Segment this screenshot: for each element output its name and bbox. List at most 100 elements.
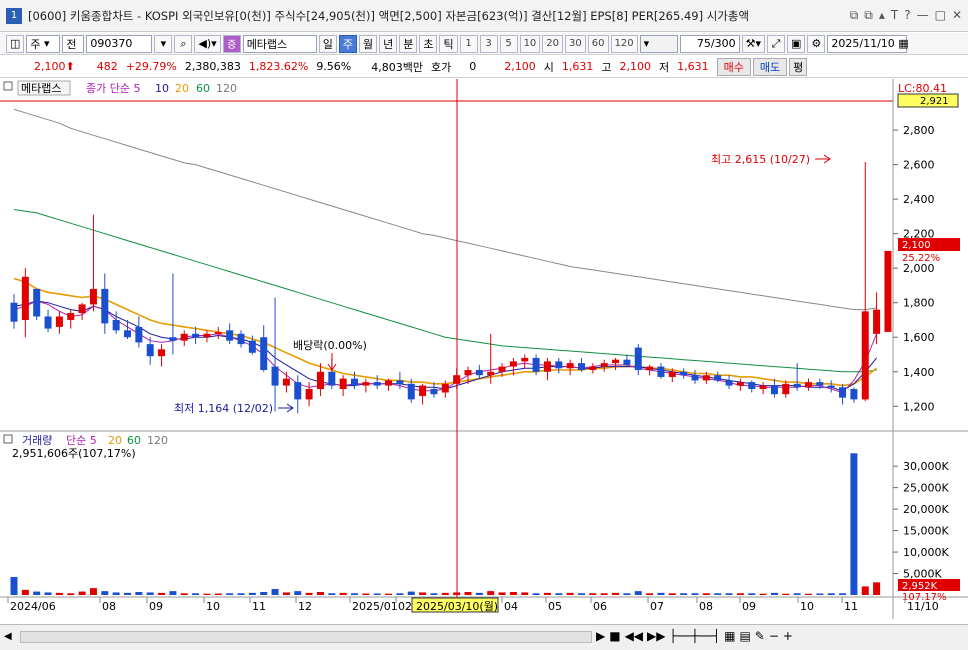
triangle-icon[interactable]: ▴: [879, 8, 885, 23]
time-tick-label: 05: [548, 600, 562, 613]
high-annotation: 최고 2,615 (10/27): [711, 153, 810, 166]
volume-tick-label: 5,000K: [903, 568, 942, 581]
minimize-button[interactable]: —: [917, 8, 929, 23]
search-icon[interactable]: ⌕: [174, 34, 193, 53]
amount-value: 4,803백만: [371, 60, 423, 74]
maximize-button[interactable]: □: [935, 8, 946, 23]
candle-body: [498, 366, 506, 372]
candle-body: [873, 309, 881, 334]
layout-icon[interactable]: ◫: [6, 34, 25, 53]
buy-button[interactable]: 매수: [716, 57, 751, 76]
window-number-badge: 1: [6, 7, 22, 24]
volume-pane-toggle-icon[interactable]: [3, 434, 13, 444]
scroll-track[interactable]: [20, 631, 592, 643]
zoom-out-icon[interactable]: −: [769, 629, 779, 643]
price-tick-label: 1,800: [903, 297, 935, 310]
interval-20-button[interactable]: 20: [542, 34, 564, 53]
code-input[interactable]: 090370: [86, 34, 153, 53]
volume-bar: [816, 593, 824, 595]
eval-button[interactable]: 평: [789, 57, 808, 76]
current-price-label: 2,100: [902, 240, 931, 251]
stop-icon[interactable]: ■: [609, 629, 620, 643]
interval-1-button[interactable]: 1: [459, 34, 478, 53]
interval-5-button[interactable]: 5: [499, 34, 518, 53]
dropdown-icon[interactable]: ▾: [154, 34, 173, 53]
period-day-button[interactable]: 일: [318, 34, 337, 53]
period-minute-button[interactable]: 분: [399, 34, 418, 53]
zoom-slider[interactable]: ├──┼──┤: [670, 629, 721, 643]
volume-bar: [861, 586, 869, 595]
volume-rate: 1,823.62%: [248, 60, 309, 73]
interval-input[interactable]: ▾: [639, 34, 678, 53]
period-week-button[interactable]: 주: [338, 34, 357, 53]
cursor-icon[interactable]: ⤢: [766, 34, 785, 53]
volume-bar: [680, 593, 688, 595]
interval-30-button[interactable]: 30: [565, 34, 586, 53]
time-tick-label: 09: [149, 600, 163, 613]
volume-bar: [158, 592, 166, 595]
tool-icon[interactable]: ⚒▾: [741, 34, 765, 53]
interval-120-button[interactable]: 120: [610, 34, 638, 53]
volume-bar: [271, 588, 279, 595]
scope-select[interactable]: 전: [62, 34, 85, 53]
gear-icon[interactable]: ⚙: [807, 34, 826, 53]
play-icon[interactable]: ▶: [596, 629, 605, 643]
interval-3-button[interactable]: 3: [479, 34, 498, 53]
period-tick-button[interactable]: 틱: [439, 34, 458, 53]
candle-body: [362, 382, 370, 386]
candle-body: [680, 371, 688, 376]
sell-button[interactable]: 매도: [752, 57, 788, 76]
time-tick-label: 07: [650, 600, 664, 613]
volume-bar: [316, 591, 324, 595]
candle-body: [736, 382, 744, 386]
grid-icon[interactable]: ▤: [739, 629, 750, 643]
window-titlebar: 1 [0600] 키움종합차트 - KOSPI 외국인보유[0(천)] 주식수[…: [0, 0, 968, 32]
volume-bar: [589, 593, 597, 595]
candle-body: [407, 383, 415, 400]
time-tick-label: 12: [298, 600, 312, 613]
candle-body: [33, 288, 41, 317]
crosshair-price: 2,921: [920, 96, 949, 107]
copy-icon[interactable]: ⧉: [864, 8, 873, 23]
candle-body: [748, 382, 756, 390]
market-select[interactable]: 주 ▾: [26, 34, 61, 53]
date-input[interactable]: 2025/11/10 ▦: [827, 34, 909, 53]
draw-icon[interactable]: ✎: [755, 629, 765, 643]
fast-forward-icon[interactable]: ▶▶: [647, 629, 665, 643]
chart-type-icon[interactable]: ▦: [724, 629, 735, 643]
scroll-left-icon[interactable]: ◀: [4, 631, 12, 642]
close-button[interactable]: ✕: [952, 8, 962, 23]
bottom-scrollbar[interactable]: ◀ ▶ ■ ◀◀ ▶▶ ├──┼──┤ ▦ ▤ ✎ − +: [0, 624, 968, 650]
rewind-icon[interactable]: ◀◀: [625, 629, 643, 643]
interval-10-button[interactable]: 10: [519, 34, 541, 53]
volume-bar: [543, 592, 551, 595]
text-icon[interactable]: T: [891, 8, 898, 23]
volume-legend-label: 거래량: [22, 434, 52, 447]
volume-bar: [805, 593, 812, 595]
period-second-button[interactable]: 초: [419, 34, 438, 53]
volume-bar: [89, 588, 97, 595]
restore-icon[interactable]: ⧉: [850, 8, 859, 23]
period-month-button[interactable]: 월: [358, 34, 378, 53]
candle-body: [237, 333, 245, 345]
pane-toggle-icon[interactable]: [3, 81, 13, 91]
candle-body: [589, 366, 597, 371]
help-icon[interactable]: ?: [904, 8, 910, 23]
low-value: 1,631: [677, 60, 709, 73]
volume-bar: [782, 593, 790, 595]
speaker-icon[interactable]: ◀)▾: [194, 34, 221, 53]
time-tick-label: 08: [102, 600, 116, 613]
volume-bar: [362, 593, 370, 595]
save-icon[interactable]: ▣: [786, 34, 806, 53]
candle-body: [714, 375, 722, 381]
zoom-in-icon[interactable]: +: [783, 629, 793, 643]
period-year-button[interactable]: 년: [379, 34, 398, 53]
volume-bar: [135, 591, 143, 595]
volume-bar: [634, 591, 642, 595]
count-input[interactable]: 75/300: [679, 34, 740, 53]
stock-chart[interactable]: 메타랩스 종가 단순 5 10 20 60 120 LC:80.41 2,921…: [0, 79, 968, 624]
interval-60-button[interactable]: 60: [587, 34, 609, 53]
candle-body: [861, 311, 869, 400]
candle-body: [566, 363, 574, 369]
candle-body: [668, 371, 676, 377]
